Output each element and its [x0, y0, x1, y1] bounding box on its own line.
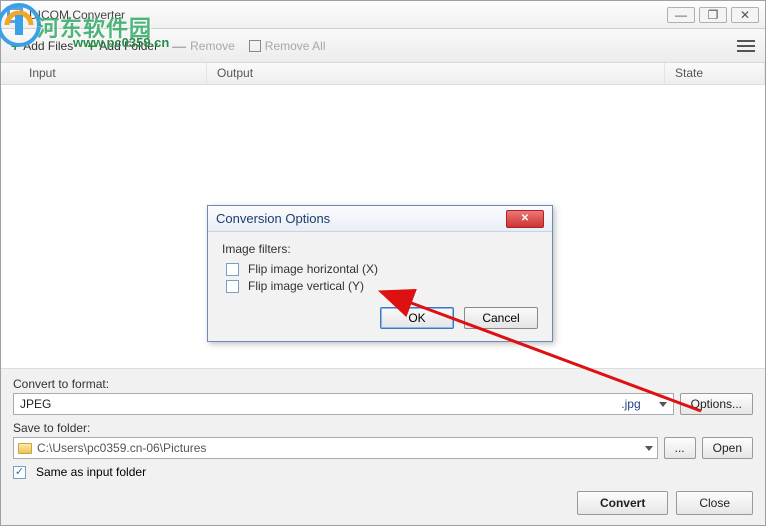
remove-button[interactable]: —Remove: [172, 38, 235, 54]
conversion-options-dialog: Conversion Options ✕ Image filters: Flip…: [207, 205, 553, 342]
same-folder-label: Same as input folder: [36, 465, 146, 479]
ok-button[interactable]: OK: [380, 307, 454, 329]
title-bar: DICOM Converter — ❐ ✕: [1, 1, 765, 29]
close-window-button[interactable]: ✕: [731, 7, 759, 23]
folder-select[interactable]: C:\Users\pc0359.cn-06\Pictures: [13, 437, 658, 459]
folder-icon: [18, 443, 32, 454]
add-folder-button[interactable]: +Add Folder: [87, 38, 158, 54]
format-value: JPEG: [20, 397, 621, 411]
dialog-close-button[interactable]: ✕: [506, 210, 544, 228]
save-folder-label: Save to folder:: [13, 421, 753, 435]
flip-vertical-row: Flip image vertical (Y): [226, 279, 538, 293]
close-button[interactable]: Close: [676, 491, 753, 515]
bottom-panel: Convert to format: JPEG .jpg Options... …: [1, 368, 765, 525]
window-title: DICOM Converter: [29, 8, 667, 22]
format-select[interactable]: JPEG .jpg: [13, 393, 674, 415]
browse-button[interactable]: ...: [664, 437, 696, 459]
flip-horizontal-checkbox[interactable]: [226, 263, 239, 276]
convert-format-label: Convert to format:: [13, 377, 753, 391]
column-output[interactable]: Output: [207, 63, 665, 84]
minus-icon: —: [172, 38, 186, 54]
cancel-button[interactable]: Cancel: [464, 307, 538, 329]
flip-vertical-label: Flip image vertical (Y): [248, 279, 364, 293]
open-folder-button[interactable]: Open: [702, 437, 753, 459]
column-state[interactable]: State: [665, 63, 765, 84]
window-buttons: — ❐ ✕: [667, 7, 759, 23]
flip-horizontal-row: Flip image horizontal (X): [226, 262, 538, 276]
plus-icon: +: [87, 38, 95, 54]
chevron-down-icon: [659, 402, 667, 407]
options-button[interactable]: Options...: [680, 393, 753, 415]
table-header: Input Output State: [1, 63, 765, 85]
maximize-button[interactable]: ❐: [699, 7, 727, 23]
format-ext: .jpg: [621, 397, 640, 411]
menu-button[interactable]: [737, 40, 755, 52]
chevron-down-icon: [645, 446, 653, 451]
flip-vertical-checkbox[interactable]: [226, 280, 239, 293]
column-input[interactable]: Input: [1, 63, 207, 84]
dialog-title: Conversion Options: [216, 211, 506, 226]
flip-horizontal-label: Flip image horizontal (X): [248, 262, 378, 276]
square-icon: [249, 40, 261, 52]
remove-all-button[interactable]: Remove All: [249, 39, 326, 53]
same-folder-checkbox[interactable]: [13, 466, 26, 479]
dialog-titlebar: Conversion Options ✕: [208, 206, 552, 232]
minimize-button[interactable]: —: [667, 7, 695, 23]
convert-button[interactable]: Convert: [577, 491, 668, 515]
folder-path: C:\Users\pc0359.cn-06\Pictures: [37, 441, 640, 455]
watermark-logo: [0, 3, 41, 47]
image-filters-label: Image filters:: [222, 242, 538, 256]
toolbar: +Add Files +Add Folder —Remove Remove Al…: [1, 29, 765, 63]
